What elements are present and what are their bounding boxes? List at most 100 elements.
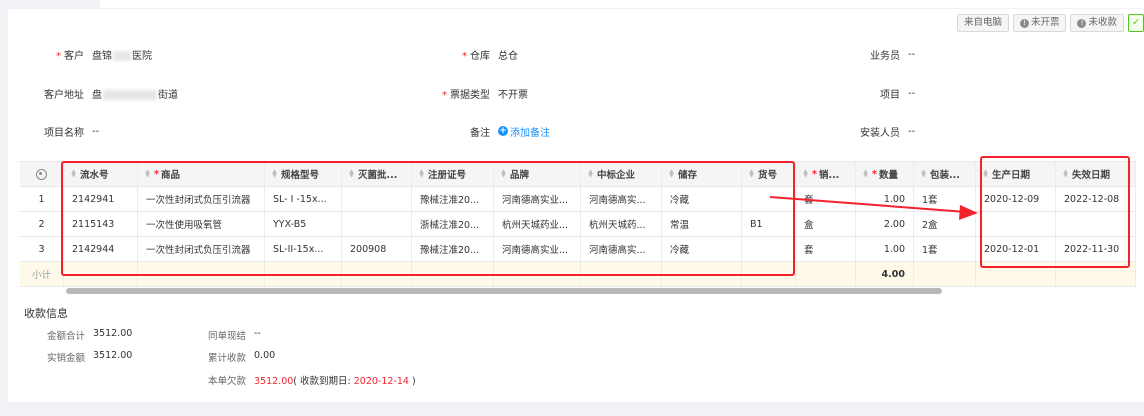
info-icon: ! <box>1019 18 1029 28</box>
cell-prod-date <box>976 212 1056 236</box>
header-sales-unit[interactable]: ▲ ▼ * 销... <box>796 162 856 186</box>
cell-pack: 1套 <box>914 187 976 211</box>
header-batch[interactable]: ▲ ▼ 灭菌批... <box>342 162 412 186</box>
status-tags: 来自电脑 ! 未开票 ! 未收款 ✓ <box>956 14 1144 32</box>
header-brand[interactable]: ▲ ▼ 品牌 <box>494 162 581 186</box>
sort-icon: ▲ ▼ <box>669 168 674 179</box>
required-mark: * <box>154 168 159 180</box>
due-prefix: ( 收款到期日: <box>293 376 354 387</box>
cell-bid: 河南德高实... <box>581 237 662 261</box>
header-batch-label: 灭菌批... <box>358 170 398 181</box>
required-mark: * <box>56 50 61 62</box>
header-product[interactable]: ▲ ▼ * 商品 <box>138 162 265 186</box>
remark-label: 备注 <box>470 127 490 139</box>
sort-icon: ▲ ▼ <box>1063 168 1068 179</box>
address-value-head: 盘 <box>92 89 102 101</box>
cell-brand: 河南德高实业... <box>494 187 581 211</box>
subtotal-empty <box>581 262 662 286</box>
header-prod-date[interactable]: ▲ ▼ 生产日期 <box>976 162 1056 186</box>
subtotal-empty <box>494 262 581 286</box>
sort-icon: ▲ ▼ <box>588 168 593 179</box>
address-value: 盘 街道 <box>92 86 178 101</box>
cell-spec: YYX-B5 <box>265 212 342 236</box>
table-row[interactable]: 3 2142944 一次性封闭式负压引流器 SL-II-15x... 20090… <box>20 237 1136 262</box>
due-suffix: ) <box>408 376 416 387</box>
subtotal-empty <box>412 262 494 286</box>
subtotal-label: 小计 <box>20 262 64 286</box>
sort-icon: ▲ ▼ <box>749 168 754 179</box>
header-spec-label: 规格型号 <box>281 170 320 181</box>
required-mark: * <box>812 168 817 180</box>
actual-field: 实销金额 3512.00 <box>24 350 132 364</box>
due-date: 2020-12-14 <box>353 376 409 387</box>
cell-serial: 2142941 <box>64 187 138 211</box>
required-mark: * <box>872 168 877 180</box>
header-spec[interactable]: ▲ ▼ 规格型号 <box>265 162 342 186</box>
cell-reg: 豫械注准20... <box>412 187 494 211</box>
horizontal-scrollbar[interactable] <box>66 288 942 294</box>
project-label: 项目 <box>880 89 900 101</box>
customer-value-tail: 医院 <box>132 50 152 62</box>
row-index: 1 <box>20 187 64 211</box>
header-exp-date[interactable]: ▲ ▼ 失效日期 <box>1056 162 1136 186</box>
check-tag[interactable]: ✓ <box>1128 14 1144 32</box>
product-table: ▲ ▼ 流水号 ▲ ▼ * 商品 ▲ ▼ 规格型号 ▲ ▼ 灭菌批... ▲ ▼ 注册证号 ▲ ▼ 品牌 … <box>20 161 1136 301</box>
header-storage[interactable]: ▲ ▼ 储存 <box>662 162 742 186</box>
installer-value: -- <box>908 125 916 137</box>
table-row[interactable]: 2 2115143 一次性使用吸氧管 YYX-B5 浙械注准20... 杭州天城… <box>20 212 1136 237</box>
source-tag: 来自电脑 <box>956 14 1009 32</box>
header-bid[interactable]: ▲ ▼ 中标企业 <box>581 162 662 186</box>
header-brand-label: 品牌 <box>510 170 530 181</box>
subtotal-empty <box>1056 262 1136 286</box>
warehouse-label: 仓库 <box>470 50 490 62</box>
header-qty[interactable]: ▲ ▼ * 数量 <box>856 162 914 186</box>
redacted-block <box>103 89 157 100</box>
column-settings[interactable] <box>20 162 64 186</box>
header-slot-label: 货号 <box>758 170 778 181</box>
top-strip <box>100 0 1144 8</box>
header-product-label: 商品 <box>160 170 180 181</box>
project-name-field: 项目名称 -- <box>20 124 100 139</box>
invoice-status-label: 未开票 <box>1030 17 1060 28</box>
header-sales-unit-label: 销... <box>818 170 840 181</box>
received-field: 累计收款 0.00 <box>184 350 275 364</box>
cashier-value: -- <box>254 328 261 339</box>
bill-type-label: 票据类型 <box>450 89 490 101</box>
payment-title: 收款信息 <box>24 307 68 320</box>
redacted-block <box>113 50 131 61</box>
cell-bid: 河南德高实... <box>581 187 662 211</box>
cell-product: 一次性封闭式负压引流器 <box>138 187 265 211</box>
debt-amount: 3512.00 <box>254 376 294 387</box>
sort-icon: ▲ ▼ <box>71 168 76 179</box>
header-pack[interactable]: ▲ ▼ 包装... <box>914 162 976 186</box>
cell-reg: 豫械注准20... <box>412 237 494 261</box>
header-slot[interactable]: ▲ ▼ 货号 <box>742 162 796 186</box>
subtotal-empty <box>796 262 856 286</box>
invoice-status-tag: ! 未开票 <box>1012 14 1067 32</box>
cell-exp-date: 2022-11-30 <box>1056 237 1136 261</box>
subtotal-empty <box>138 262 265 286</box>
required-mark: * <box>442 89 447 101</box>
row-index: 3 <box>20 237 64 261</box>
required-mark: * <box>462 50 467 62</box>
header-serial[interactable]: ▲ ▼ 流水号 <box>64 162 138 186</box>
table-row[interactable]: 1 2142941 一次性封闭式负压引流器 SL- I -15x... 豫械注准… <box>20 187 1136 212</box>
add-remark-link[interactable]: + 添加备注 <box>498 124 550 139</box>
cell-qty: 1.00 <box>856 237 914 261</box>
cell-brand: 杭州天城药业... <box>494 212 581 236</box>
cell-prod-date: 2020-12-01 <box>976 237 1056 261</box>
cell-product: 一次性封闭式负压引流器 <box>138 237 265 261</box>
gear-icon <box>36 168 47 180</box>
cell-product: 一次性使用吸氧管 <box>138 212 265 236</box>
debt-label: 本单欠款 <box>207 376 246 387</box>
installer-field: 安装人员 -- <box>838 124 916 139</box>
header-reg[interactable]: ▲ ▼ 注册证号 <box>412 162 494 186</box>
customer-label: 客户 <box>64 50 84 62</box>
plus-icon: + <box>498 126 508 136</box>
customer-field: * 客户 盘锦 医院 <box>20 47 152 62</box>
sort-icon: ▲ ▼ <box>419 168 424 179</box>
cashier-field: 同单现结 -- <box>184 328 261 342</box>
subtotal-empty <box>342 262 412 286</box>
project-name-value: -- <box>92 125 100 137</box>
warehouse-field: * 仓库 总仓 <box>428 47 518 62</box>
